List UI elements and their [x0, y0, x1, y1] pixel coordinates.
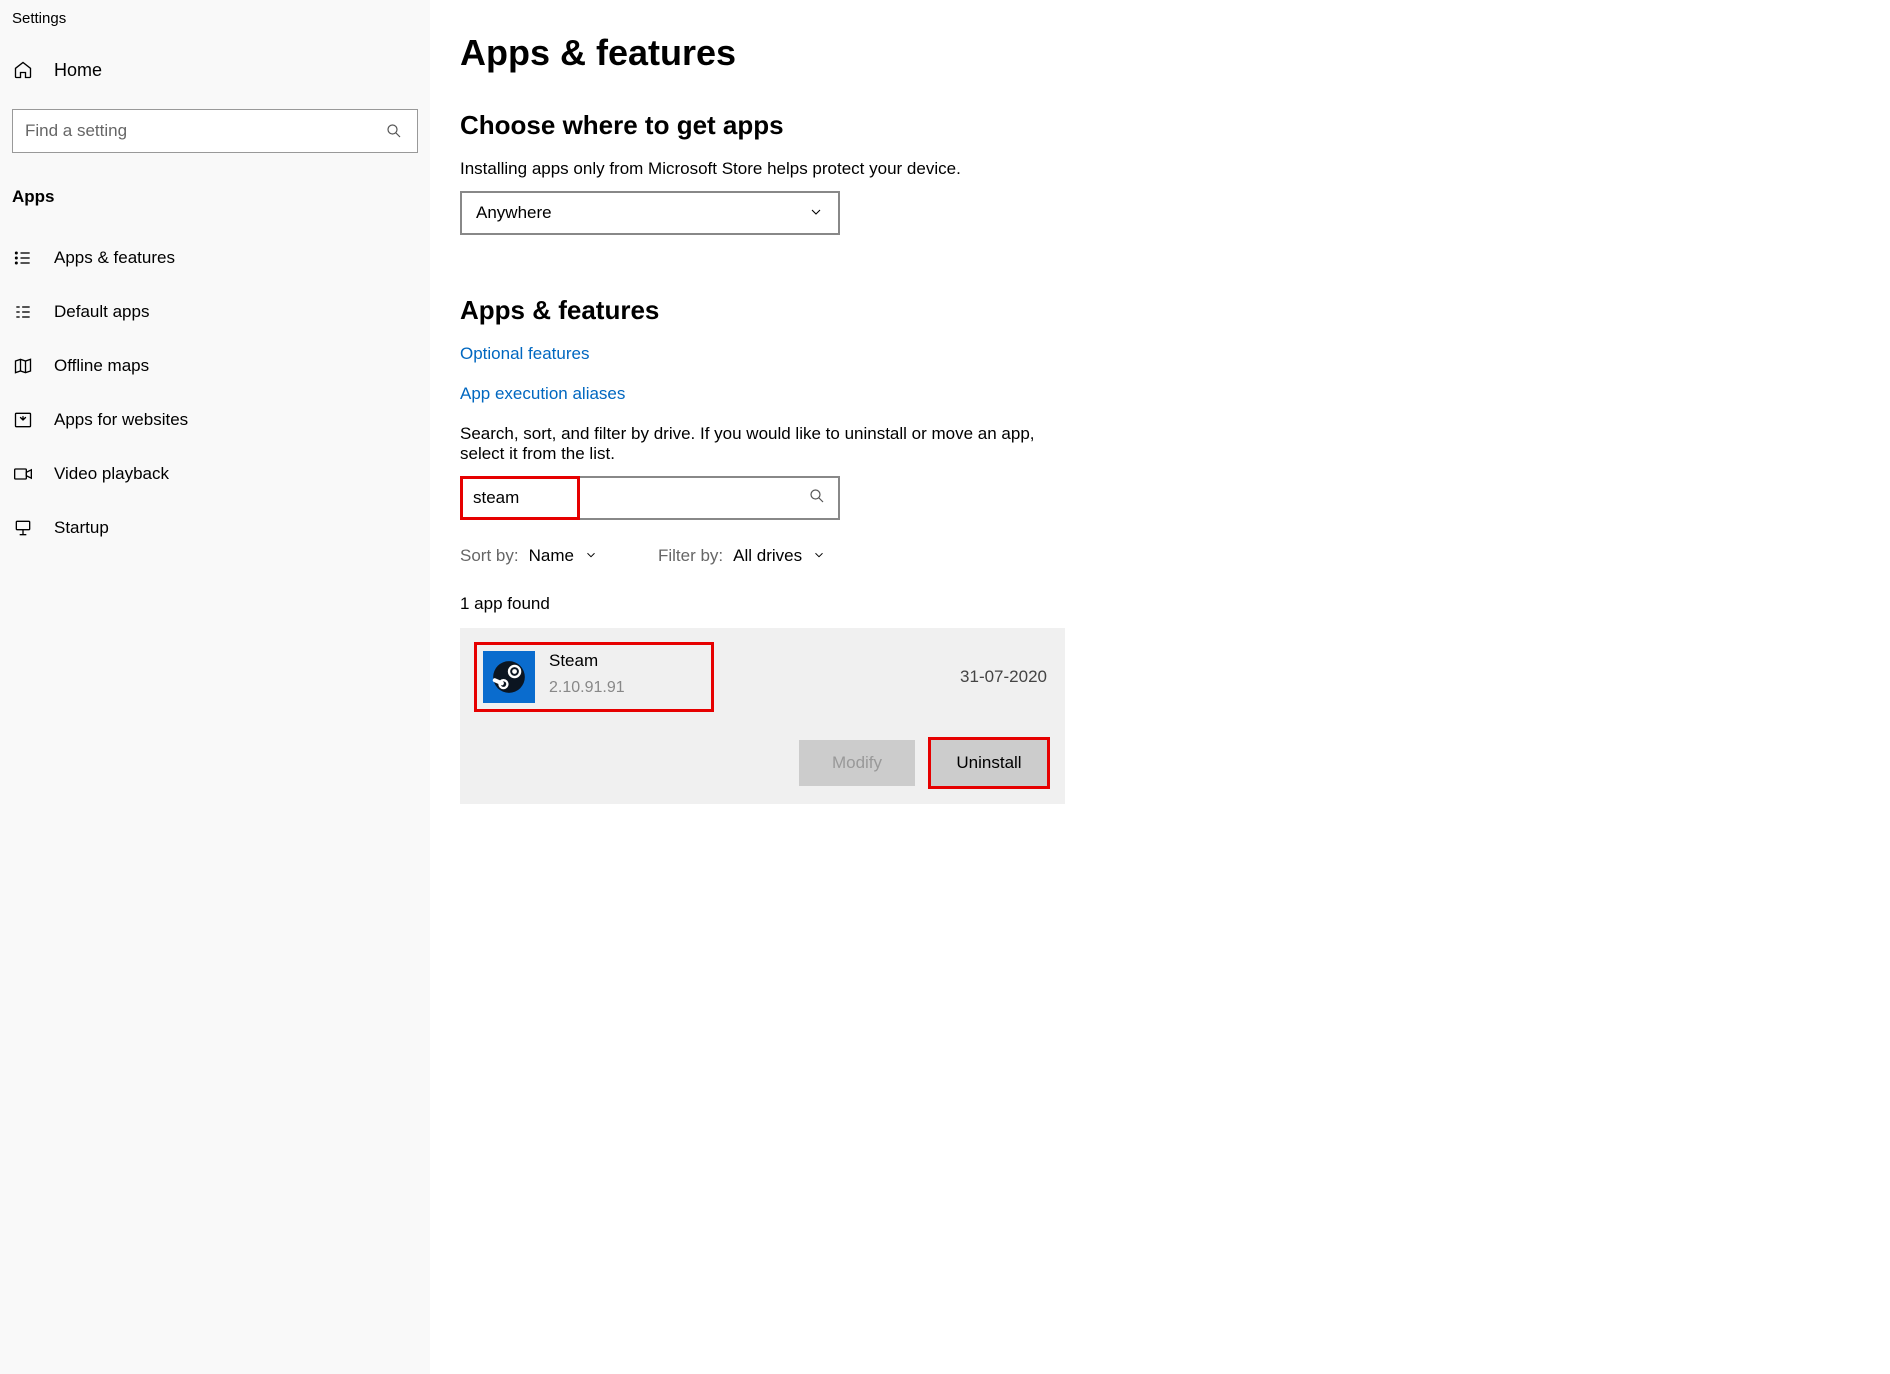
- sidebar-item-label: Video playback: [54, 464, 169, 484]
- app-entry[interactable]: Steam 2.10.91.91 31-07-2020 Modify Unins…: [460, 628, 1065, 804]
- list-icon: [12, 247, 34, 269]
- search-desc: Search, sort, and filter by drive. If yo…: [460, 424, 1080, 464]
- apps-found-count: 1 app found: [460, 594, 1860, 614]
- main-content: Apps & features Choose where to get apps…: [430, 0, 1890, 1374]
- home-icon: [12, 59, 34, 81]
- sort-by-dropdown[interactable]: Sort by: Name: [460, 546, 598, 566]
- sidebar-item-default-apps[interactable]: Default apps: [0, 285, 430, 339]
- app-version: 2.10.91.91: [549, 679, 625, 697]
- filter-value: All drives: [733, 546, 802, 566]
- sidebar-category: Apps: [0, 181, 430, 231]
- sidebar-item-video-playback[interactable]: Video playback: [0, 447, 430, 501]
- modify-button: Modify: [799, 740, 915, 786]
- sidebar-item-label: Offline maps: [54, 356, 149, 376]
- chevron-down-icon: [584, 548, 598, 565]
- optional-features-link[interactable]: Optional features: [460, 344, 1860, 364]
- sort-label: Sort by:: [460, 546, 519, 566]
- sidebar-item-label: Startup: [54, 518, 109, 538]
- settings-sidebar: Settings Home Apps Apps & features Defau…: [0, 0, 430, 1374]
- app-name: Steam: [549, 651, 625, 671]
- choose-desc: Installing apps only from Microsoft Stor…: [460, 159, 1080, 179]
- dropdown-value: Anywhere: [476, 203, 552, 223]
- video-icon: [12, 463, 34, 485]
- app-source-dropdown[interactable]: Anywhere: [460, 191, 840, 235]
- choose-title: Choose where to get apps: [460, 110, 1860, 141]
- sidebar-item-apps-for-websites[interactable]: Apps for websites: [0, 393, 430, 447]
- window-title: Settings: [0, 10, 430, 47]
- settings-search-input[interactable]: [25, 121, 383, 141]
- sidebar-item-label: Default apps: [54, 302, 149, 322]
- filter-label: Filter by:: [658, 546, 723, 566]
- apps-search-value[interactable]: steam: [460, 476, 580, 520]
- app-install-date: 31-07-2020: [960, 667, 1047, 687]
- search-icon: [808, 487, 826, 510]
- sidebar-item-apps-features[interactable]: Apps & features: [0, 231, 430, 285]
- chevron-down-icon: [812, 548, 826, 565]
- sidebar-item-label: Apps & features: [54, 248, 175, 268]
- sidebar-item-label: Apps for websites: [54, 410, 188, 430]
- sort-value: Name: [529, 546, 574, 566]
- apps-search[interactable]: steam: [460, 476, 840, 520]
- page-title: Apps & features: [460, 32, 1860, 74]
- settings-search[interactable]: [12, 109, 418, 153]
- home-label: Home: [54, 60, 102, 81]
- apps-features-title: Apps & features: [460, 295, 1860, 326]
- map-icon: [12, 355, 34, 377]
- uninstall-button[interactable]: Uninstall: [931, 740, 1047, 786]
- share-icon: [12, 409, 34, 431]
- startup-icon: [12, 517, 34, 539]
- app-execution-aliases-link[interactable]: App execution aliases: [460, 384, 1860, 404]
- search-icon: [383, 120, 405, 142]
- filter-by-dropdown[interactable]: Filter by: All drives: [658, 546, 826, 566]
- home-nav[interactable]: Home: [0, 47, 430, 93]
- chevron-down-icon: [808, 204, 824, 223]
- steam-icon: [483, 651, 535, 703]
- sidebar-item-offline-maps[interactable]: Offline maps: [0, 339, 430, 393]
- sidebar-item-startup[interactable]: Startup: [0, 501, 430, 555]
- defaults-icon: [12, 301, 34, 323]
